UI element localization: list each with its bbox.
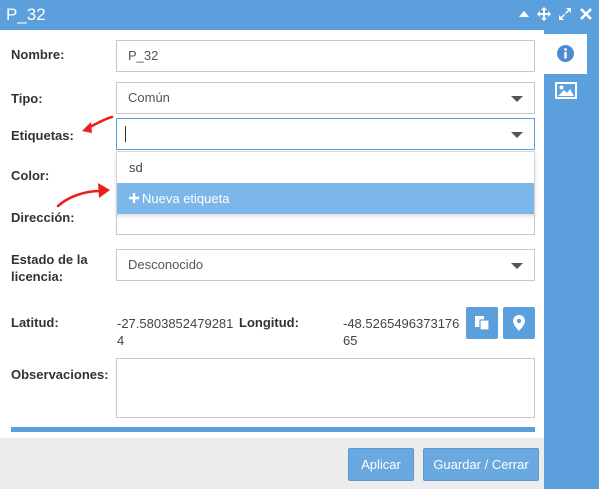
copy-icon xyxy=(475,316,490,331)
dropdown-item-sd[interactable]: sd xyxy=(117,152,534,183)
estado-label-line1: Estado de la xyxy=(11,252,88,267)
observaciones-textarea[interactable] xyxy=(116,358,535,418)
chevron-down-icon xyxy=(511,96,523,102)
longitud-value: -48.526549637317665 xyxy=(343,316,460,348)
latitud-value: -27.58038524792814 xyxy=(117,316,234,348)
etiquetas-input[interactable] xyxy=(116,118,535,150)
etiquetas-dropdown: sd Nueva etiqueta xyxy=(116,151,535,214)
tab-info[interactable] xyxy=(544,34,587,74)
etiquetas-label: Etiquetas: xyxy=(11,128,74,143)
estado-select[interactable]: Desconocido xyxy=(116,249,535,281)
direccion-label: Dirección: xyxy=(11,210,75,225)
info-icon xyxy=(557,45,574,62)
plus-icon xyxy=(129,193,139,203)
latitud-label: Latitud: xyxy=(11,315,59,330)
locate-map-button[interactable] xyxy=(503,307,535,339)
dropdown-item-label: Nueva etiqueta xyxy=(142,191,230,206)
annotation-arrow-dropdown xyxy=(56,183,110,208)
chevron-down-icon xyxy=(511,263,523,269)
move-icon[interactable] xyxy=(537,7,551,21)
map-marker-icon xyxy=(513,315,525,331)
tipo-label: Tipo: xyxy=(11,91,43,106)
estado-label-line2: licencia: xyxy=(11,269,64,284)
observaciones-label: Observaciones: xyxy=(11,367,109,382)
window-titlebar[interactable]: P_32 xyxy=(0,0,599,30)
tipo-value: Común xyxy=(128,90,170,105)
nombre-input[interactable]: P_32 xyxy=(116,40,535,72)
maximize-icon[interactable] xyxy=(558,7,572,21)
chevron-down-icon xyxy=(511,132,523,138)
nombre-label: Nombre: xyxy=(11,47,65,62)
estado-value: Desconocido xyxy=(128,257,204,272)
text-cursor xyxy=(125,126,126,142)
tab-image[interactable] xyxy=(555,82,577,99)
nombre-value: P_32 xyxy=(128,48,159,63)
close-icon[interactable] xyxy=(579,7,593,21)
tipo-select[interactable]: Común xyxy=(116,82,535,114)
longitud-label: Longitud: xyxy=(239,315,299,330)
copy-coordinates-button[interactable] xyxy=(466,307,498,339)
color-label: Color: xyxy=(11,168,50,183)
dropdown-item-label: sd xyxy=(129,160,143,175)
chevron-up-icon[interactable] xyxy=(517,7,531,21)
apply-button[interactable]: Aplicar xyxy=(348,448,414,481)
dropdown-item-new-tag[interactable]: Nueva etiqueta xyxy=(117,183,534,214)
window-title: P_32 xyxy=(6,5,46,24)
save-close-button[interactable]: Guardar / Cerrar xyxy=(423,448,539,481)
section-divider xyxy=(11,427,535,432)
annotation-arrow-etiquetas xyxy=(82,115,114,133)
